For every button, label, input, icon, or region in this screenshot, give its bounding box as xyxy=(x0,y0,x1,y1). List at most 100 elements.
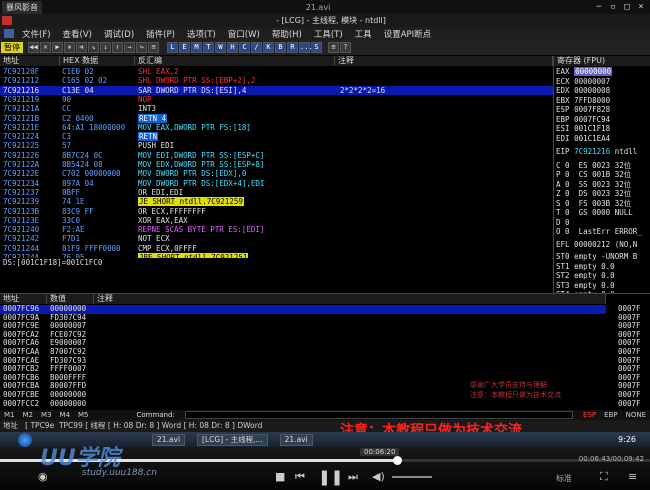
register-esp[interactable]: ESP 0007F828 xyxy=(556,105,610,115)
run-icon[interactable]: ▶ xyxy=(52,42,63,53)
toolbar-handles-button[interactable]: H xyxy=(227,42,238,53)
menu-view[interactable]: 查看(V) xyxy=(57,28,98,40)
start-button[interactable] xyxy=(18,432,32,447)
col-header-hex[interactable]: HEX 数据 xyxy=(60,56,135,66)
menu-tools[interactable]: 工具(T) xyxy=(308,28,349,40)
fpu-row[interactable]: ST2 empty 0.0 xyxy=(556,271,615,281)
player-menu-button[interactable]: 暴风影音 xyxy=(2,0,42,14)
register-ebp[interactable]: EBP 0007FC94 xyxy=(556,115,610,125)
disasm-row[interactable]: 7C921216 C13E 04 SAR DWORD PTR DS:[ESI],4 2… xyxy=(0,85,553,95)
col-header-comment[interactable]: 注释 xyxy=(335,56,553,66)
register-eip[interactable]: EIP 7C921216 ntdll xyxy=(556,147,637,157)
flag-row[interactable]: EFL 00000212 (NO,N xyxy=(556,240,637,250)
menu-options[interactable]: 选项(T) xyxy=(181,28,222,40)
trace-into-icon[interactable]: ↓ xyxy=(100,42,111,53)
toolbar-patches-button[interactable]: / xyxy=(251,42,262,53)
menu-file[interactable]: 文件(F) xyxy=(16,28,57,40)
step-into-icon[interactable]: ⇉ xyxy=(76,42,87,53)
goto-icon[interactable]: ↪ xyxy=(136,42,147,53)
stack-row[interactable]: 0007FC96 00000000 xyxy=(0,305,606,314)
toolbar-runtrace-button[interactable]: ... xyxy=(299,42,313,53)
seek-handle[interactable] xyxy=(392,456,402,465)
tab-ebp[interactable]: EBP xyxy=(600,411,621,419)
volume-icon[interactable]: ◀) xyxy=(372,470,385,483)
open-icon[interactable]: ◀◀ xyxy=(28,42,39,53)
disasm-row[interactable]: 7C921244 81F9 FFFF0000 CMP ECX,0FFFF xyxy=(0,244,553,253)
command-input[interactable] xyxy=(184,411,574,419)
minimize-icon[interactable]: − xyxy=(594,2,604,12)
flag-row[interactable]: C 0 ES 0023 32位 xyxy=(556,161,631,171)
flag-row[interactable]: P 0 CS 001B 32位 xyxy=(556,170,631,180)
taskbar-item-player[interactable]: 21.avi xyxy=(152,433,186,446)
flag-row[interactable]: T 0 GS 0000 NULL xyxy=(556,208,633,218)
tab-none[interactable]: NONE xyxy=(622,411,650,419)
menu-debug[interactable]: 调试(D) xyxy=(98,28,140,40)
eye-icon[interactable]: ◉ xyxy=(38,470,48,483)
menu-plugins[interactable]: 插件(P) xyxy=(140,28,181,40)
close-icon[interactable]: × xyxy=(636,2,646,12)
tab-m5[interactable]: M5 xyxy=(74,411,93,419)
stack-row[interactable]: 0007FCA2 FCE07C92 xyxy=(0,330,606,340)
disasm-row[interactable]: 7C921242 F7D1 NOT ECX xyxy=(0,234,553,243)
menu-help[interactable]: 帮助(H) xyxy=(266,28,308,40)
disasm-row[interactable]: 7C92122A 8B5424 08 MOV EDX,DWORD PTR SS:[E… xyxy=(0,160,553,169)
stack-row[interactable]: 0007FCAA 87007C92 xyxy=(0,347,606,357)
stop-icon[interactable]: ■ xyxy=(275,470,285,483)
toolbar-source-button[interactable]: S xyxy=(311,42,322,53)
restore-icon[interactable]: ▫ xyxy=(608,2,618,12)
options-icon[interactable]: ≡ xyxy=(328,42,339,53)
list-icon[interactable]: ≡ xyxy=(148,42,159,53)
help-icon[interactable]: ? xyxy=(340,42,351,53)
register-esi[interactable]: ESI 001C1F18 xyxy=(556,124,610,134)
prev-icon[interactable]: ⏮ xyxy=(295,470,305,484)
tab-m3[interactable]: M3 xyxy=(37,411,56,419)
disasm-row[interactable]: 7C921226 8B7C24 0C MOV EDI,DWORD PTR SS:[E… xyxy=(0,151,553,160)
maximize-icon[interactable]: □ xyxy=(622,2,632,12)
execute-till-return-icon[interactable]: → xyxy=(124,42,135,53)
disasm-row[interactable]: 7C921212 C165 02 02 SHL DWORD PTR SS:[EBP+… xyxy=(0,76,553,85)
toolbar-log-button[interactable]: L xyxy=(167,42,178,53)
register-ebx[interactable]: EBX 7FFD8000 xyxy=(556,96,610,106)
toolbar-windows-button[interactable]: W xyxy=(215,42,226,53)
disasm-row[interactable]: 7C92123B 83C9 FF OR ECX,FFFFFFFF xyxy=(0,207,553,216)
disasm-row[interactable]: 7C921219 90 NOP xyxy=(0,95,553,104)
pause-icon[interactable]: ❚❚ xyxy=(318,468,343,486)
toolbar-cpu-button[interactable]: C xyxy=(239,42,250,53)
disasm-row[interactable]: 7C92122E C702 00000000 MOV DWORD PTR DS:[E… xyxy=(0,169,553,178)
fullscreen-icon[interactable]: ⛶ xyxy=(600,470,608,484)
stack-row[interactable]: 0007FCC2 00000000 xyxy=(0,399,606,409)
disasm-row[interactable]: 7C92121B C2 0400 RETN 4 xyxy=(0,113,553,123)
tab-m1[interactable]: M1 xyxy=(0,411,19,419)
fpu-row[interactable]: ST0 empty -UNORM B xyxy=(556,252,637,262)
stack-row[interactable]: 0007FC9A FD307C94 xyxy=(0,313,606,323)
next-icon[interactable]: ⏭ xyxy=(348,470,358,484)
toolbar-threads-button[interactable]: T xyxy=(203,42,214,53)
trace-over-icon[interactable]: ↑ xyxy=(112,42,123,53)
col-header-address[interactable]: 地址 xyxy=(0,56,60,66)
col-header-disasm[interactable]: 反汇编 xyxy=(135,56,335,66)
pause-icon[interactable]: ⏸ xyxy=(64,42,75,53)
register-edi[interactable]: EDI 001C1EA4 xyxy=(556,134,610,144)
taskbar-item-debugger[interactable]: [LCG] - 主线程,... xyxy=(197,433,268,446)
disasm-row[interactable]: 7C92123E 33C0 XOR EAX,EAX xyxy=(0,216,553,225)
volume-slider[interactable] xyxy=(392,476,432,478)
register-eax[interactable]: EAX 00000000 xyxy=(556,67,613,77)
toolbar-references-button[interactable]: R xyxy=(287,42,298,53)
flag-row[interactable]: Z 0 DS 0023 32位 xyxy=(556,189,631,199)
disasm-row[interactable]: 7C921225 57 PUSH EDI xyxy=(0,141,553,150)
toolbar-breakpoints-button[interactable]: B xyxy=(275,42,286,53)
menu-icon[interactable]: ≡ xyxy=(628,470,637,483)
tab-m2[interactable]: M2 xyxy=(19,411,38,419)
tab-m4[interactable]: M4 xyxy=(56,411,75,419)
toolbar-memory-button[interactable]: M xyxy=(191,42,202,53)
disasm-row[interactable]: 7C921239 74 1E JE SHORT ntdll.7C921259 xyxy=(0,197,553,207)
stack-row[interactable]: 0007FCA6 E9000007 xyxy=(0,339,606,348)
taskbar-item-video[interactable]: 21.avi xyxy=(279,433,313,446)
step-over-icon[interactable]: ↘ xyxy=(88,42,99,53)
app-menu-icon[interactable] xyxy=(4,29,14,38)
flag-row[interactable]: S 0 FS 003B 32位 xyxy=(556,199,631,209)
dump-header-address[interactable]: 地址 xyxy=(0,294,47,304)
stack-row[interactable]: 0007FCAE FD307C93 xyxy=(0,356,606,366)
tab-esp[interactable]: ESP xyxy=(579,411,600,419)
quality-button[interactable]: 标准 xyxy=(556,473,572,484)
